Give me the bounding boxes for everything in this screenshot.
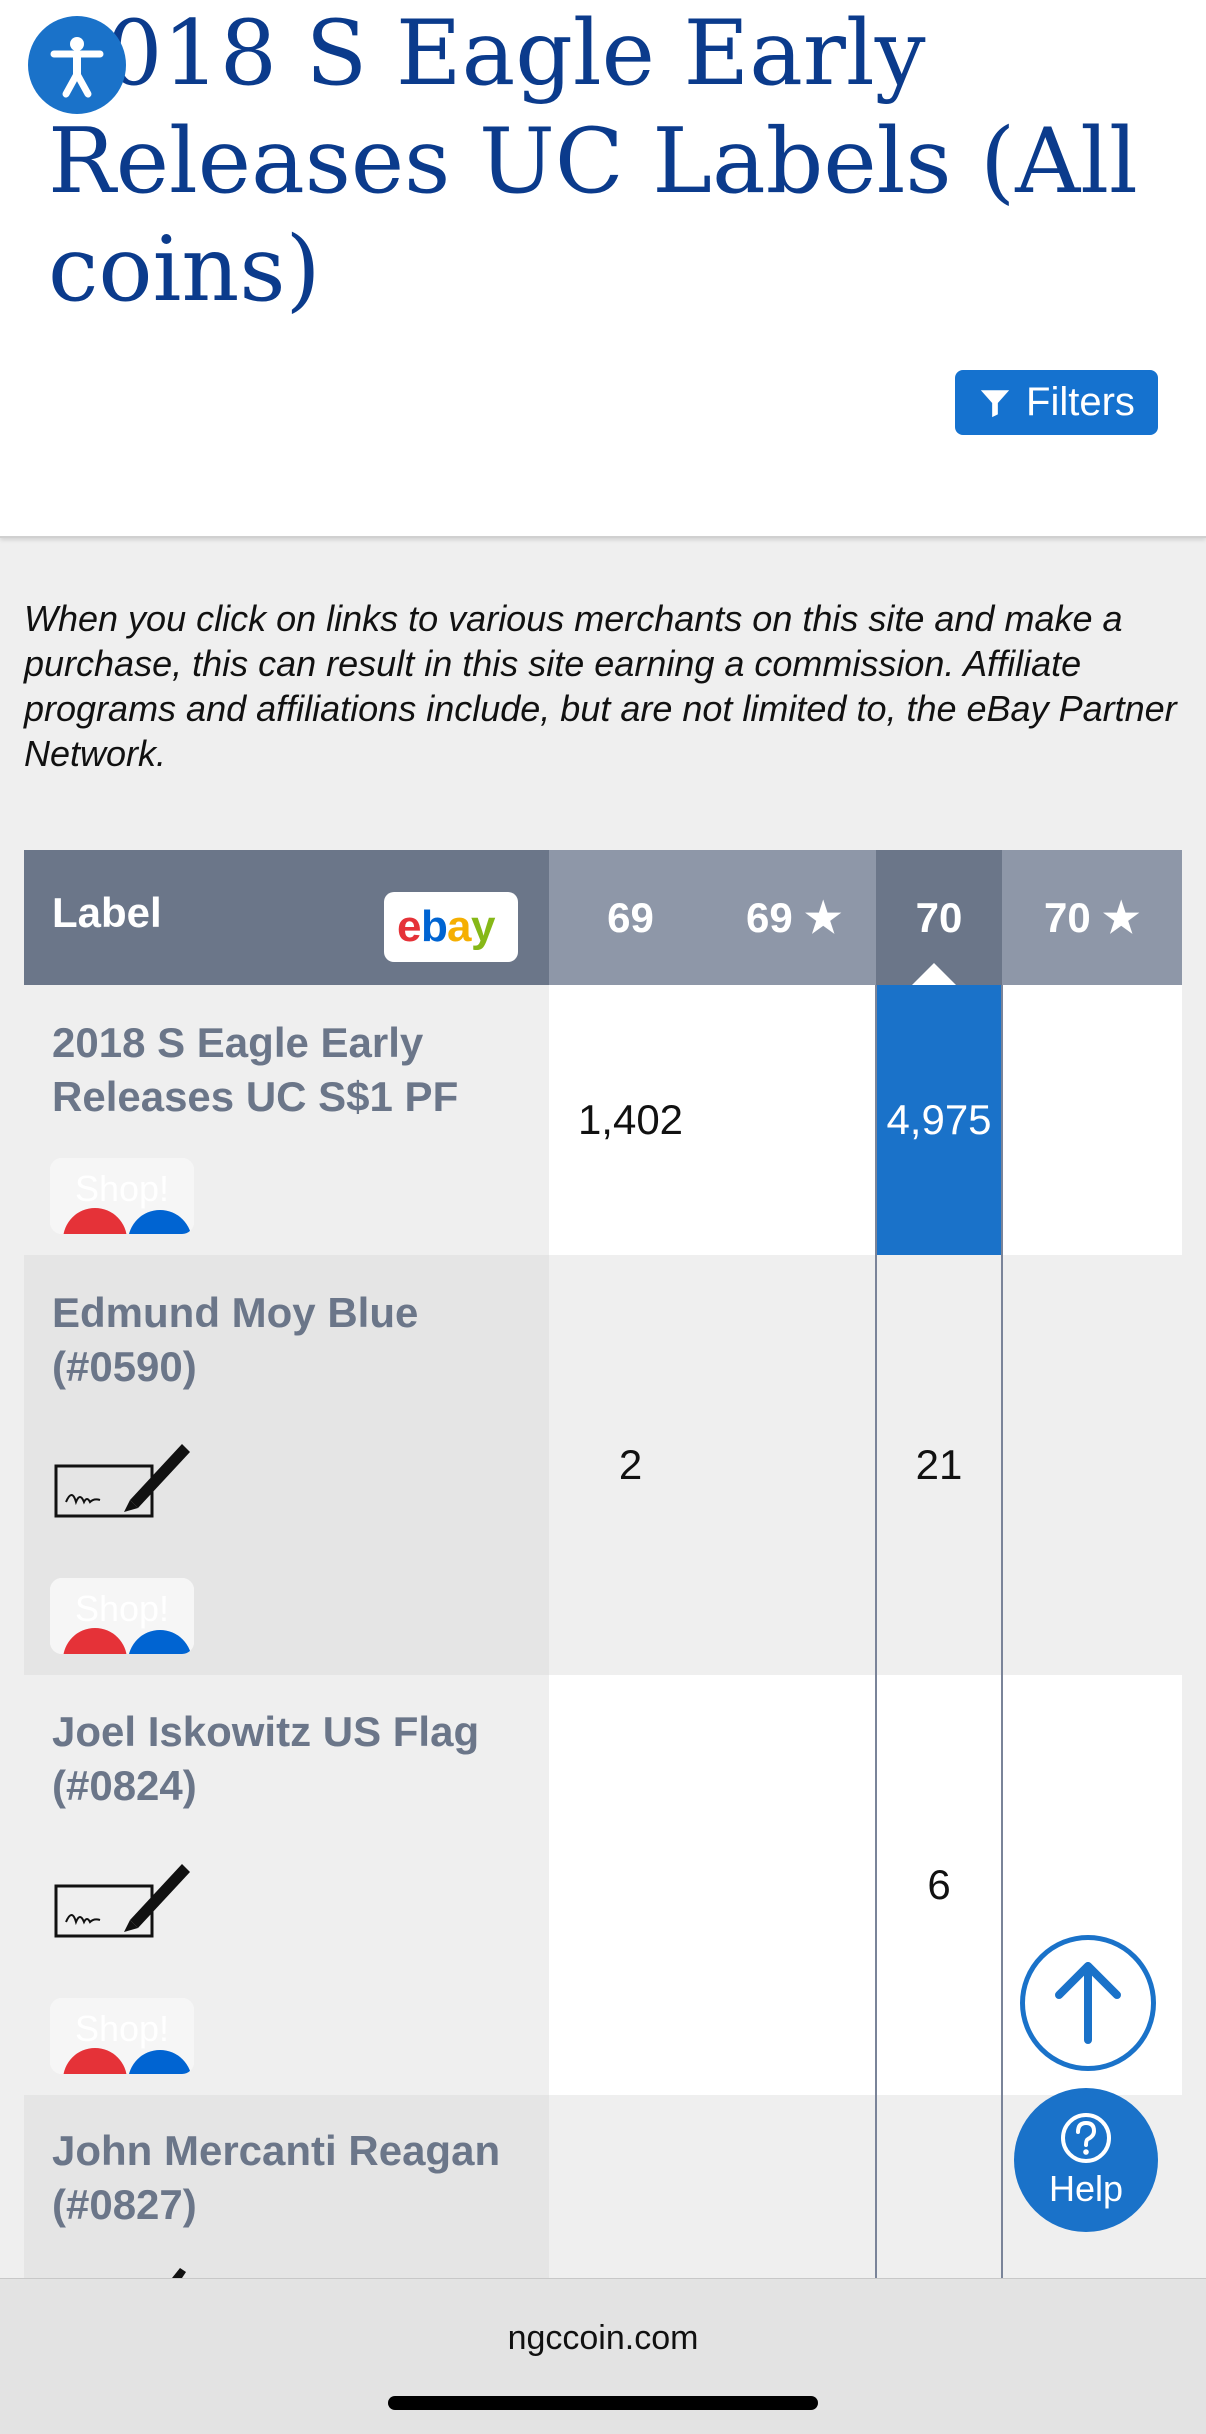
label-name[interactable]: John Mercanti Reagan (#0827) xyxy=(52,2124,532,2232)
sort-indicator xyxy=(912,963,956,985)
url-text[interactable]: ngccoin.com xyxy=(0,2319,1206,2358)
shop-label: Shop! xyxy=(74,2008,170,2049)
page-title: 2018 S Eagle Early Releases UC Labels (A… xyxy=(48,1,1138,322)
scroll-to-top-button[interactable] xyxy=(1020,1935,1156,2071)
count-69: 1,402 xyxy=(577,1096,684,1143)
page-header: 2018 S Eagle Early Releases UC Labels (A… xyxy=(0,0,1206,538)
question-icon xyxy=(1061,2113,1111,2163)
shop-label: Shop! xyxy=(74,1168,170,1209)
svg-text:a: a xyxy=(447,902,472,951)
accessibility-icon[interactable] xyxy=(28,16,126,114)
count-70-highlighted: 4,975 xyxy=(876,985,1002,1255)
signature-icon xyxy=(54,1864,190,1938)
column-header-69-star[interactable]: 69 ★ xyxy=(712,850,876,985)
home-indicator[interactable] xyxy=(388,2396,818,2410)
count-70: 21 xyxy=(915,1441,963,1488)
shop-label: Shop! xyxy=(74,1588,170,1629)
filter-icon xyxy=(980,389,1010,417)
ebay-shop-button[interactable]: Shop! xyxy=(50,1998,194,2074)
ebay-logo[interactable]: e b a y xyxy=(384,892,518,962)
filters-label: Filters xyxy=(1026,380,1135,424)
signature-icon xyxy=(172,2268,186,2278)
svg-text:b: b xyxy=(421,902,448,951)
arrow-up-icon xyxy=(1055,1962,1121,2044)
label-name[interactable]: Joel Iskowitz US Flag (#0824) xyxy=(52,1705,532,1813)
column-header-69[interactable]: 69 xyxy=(549,850,712,985)
help-label: Help xyxy=(1048,2168,1124,2209)
ebay-shop-button[interactable]: Shop! xyxy=(50,1158,194,1234)
label-name[interactable]: Edmund Moy Blue (#0590) xyxy=(52,1286,532,1394)
column-label-text: Label xyxy=(52,888,162,936)
column-header-label: Label e b a y xyxy=(24,850,549,985)
ebay-shop-button[interactable]: Shop! xyxy=(50,1578,194,1654)
help-button[interactable]: Help xyxy=(1014,2088,1158,2232)
column-header-70-star[interactable]: 70 ★ xyxy=(1002,850,1182,985)
column-70-left-border xyxy=(875,985,877,2280)
svg-text:e: e xyxy=(397,902,421,951)
label-name[interactable]: 2018 S Eagle Early Releases UC S$1 PF xyxy=(52,1016,532,1124)
count-69: 2 xyxy=(618,1441,643,1488)
browser-address-bar[interactable]: ngccoin.com xyxy=(0,2278,1206,2434)
count-70: 6 xyxy=(927,1861,951,1908)
svg-text:y: y xyxy=(471,902,496,951)
filters-button[interactable]: Filters xyxy=(955,370,1158,435)
affiliate-disclaimer: When you click on links to various merch… xyxy=(24,598,1177,774)
column-70-right-border xyxy=(1001,985,1003,2280)
signature-icon xyxy=(54,1444,190,1518)
